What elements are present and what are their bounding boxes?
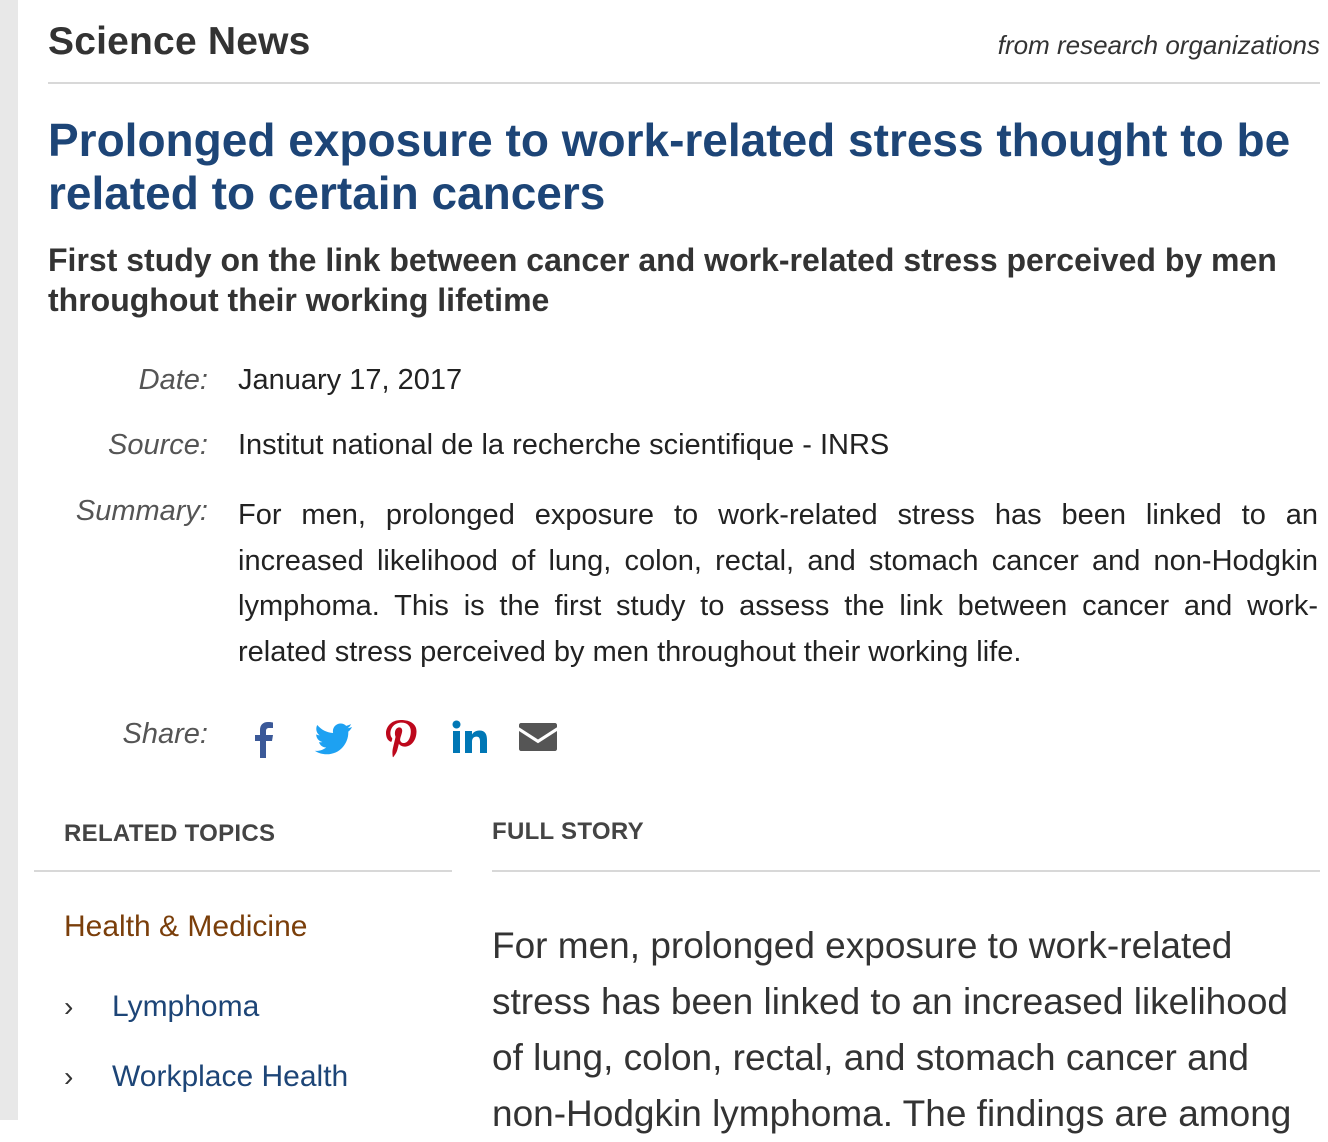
source-label: Source: [108,429,208,461]
masthead: Science News from research organizations [48,16,1320,84]
linkedin-icon[interactable] [448,714,516,762]
full-story-divider [492,870,1320,872]
full-story-heading: FULL STORY [492,818,644,845]
source-value: Institut national de la recherche scient… [238,429,890,461]
twitter-icon[interactable] [312,714,380,762]
story-line: non-Hodgkin lymphoma. The findings are a… [492,1093,1292,1134]
share-icons [244,714,584,762]
summary-text: For men, prolonged exposure to work-rela… [238,499,1318,668]
pinterest-icon[interactable] [380,714,448,762]
email-icon[interactable] [516,714,584,762]
topic-category[interactable]: Health & Medicine [64,910,307,944]
page: Science News from research organizations… [34,0,1320,1134]
site-tagline: from research organizations [997,30,1320,60]
site-brand[interactable]: Science News [48,20,311,64]
chevron-right-icon: › [64,1061,74,1092]
chevron-right-icon: › [64,991,74,1022]
share-label: Share: [122,718,208,750]
facebook-icon[interactable] [244,714,312,762]
full-story-text: For men, prolonged exposure to work-rela… [492,918,1322,1142]
date-value: January 17, 2017 [238,364,463,396]
topic-link-lymphoma[interactable]: › Lymphoma [64,990,259,1024]
related-topics-heading: RELATED TOPICS [64,820,276,847]
story-line: of lung, colon, rectal, and stomach canc… [492,1037,1249,1078]
topic-link-workplace-health[interactable]: › Workplace Health [64,1060,348,1094]
left-gutter [0,0,18,1120]
summary-label: Summary: [75,495,208,527]
topic-link-label: Workplace Health [112,1060,349,1093]
topic-link-label: Lymphoma [112,990,260,1023]
related-topics-divider [34,870,452,872]
story-line: stress has been linked to an increased l… [492,981,1288,1022]
story-line: For men, prolonged exposure to work-rela… [492,925,1233,966]
date-label: Date: [138,364,208,396]
article-subheadline: First study on the link between cancer a… [48,242,1277,318]
article-headline: Prolonged exposure to work-related stres… [48,114,1291,219]
